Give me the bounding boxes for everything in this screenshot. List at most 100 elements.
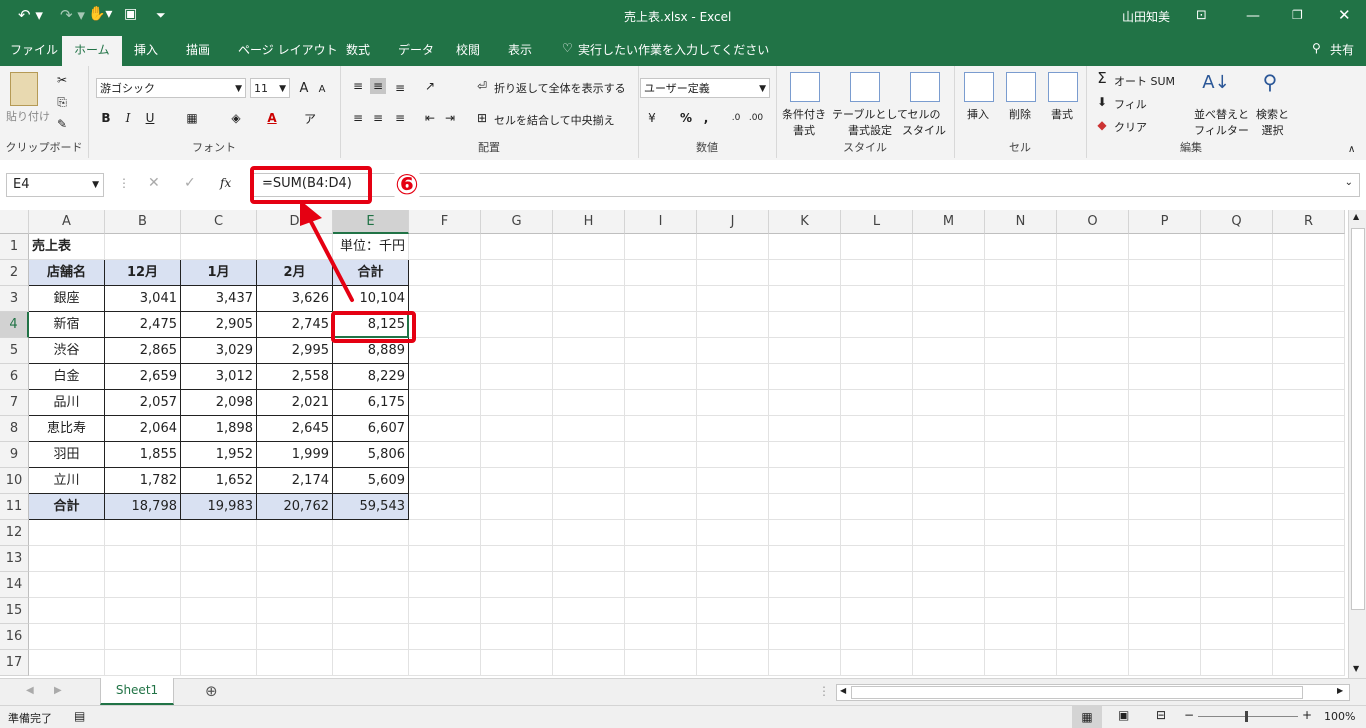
- value-cell[interactable]: 6,175: [333, 390, 409, 416]
- cell-empty[interactable]: [841, 338, 913, 364]
- cell-empty[interactable]: [913, 520, 985, 546]
- cell-empty[interactable]: [553, 520, 625, 546]
- new-sheet-icon[interactable]: ⊕: [205, 682, 218, 700]
- find-select-icon[interactable]: ⚲: [1262, 70, 1278, 94]
- customize-qat-icon[interactable]: ⏷: [156, 8, 166, 23]
- delete-cells-icon[interactable]: [1006, 72, 1036, 102]
- cell-empty[interactable]: [481, 286, 553, 312]
- value-cell[interactable]: 2,659: [105, 364, 181, 390]
- cell-empty[interactable]: [1201, 572, 1273, 598]
- increase-decimal-icon[interactable]: .0: [728, 110, 744, 126]
- value-cell[interactable]: 2,475: [105, 312, 181, 338]
- cell-empty[interactable]: [1273, 234, 1345, 260]
- merge-center-icon[interactable]: ⊞: [474, 110, 490, 126]
- column-header-i[interactable]: I: [625, 210, 697, 234]
- cell-empty[interactable]: [913, 234, 985, 260]
- cut-icon[interactable]: ✂: [54, 72, 70, 88]
- cell-empty[interactable]: [1201, 338, 1273, 364]
- cell-empty[interactable]: [1273, 468, 1345, 494]
- value-cell[interactable]: 2,064: [105, 416, 181, 442]
- paste-icon[interactable]: [10, 72, 38, 106]
- font-color-icon[interactable]: A: [264, 110, 280, 126]
- cell-empty[interactable]: [985, 312, 1057, 338]
- cell-empty[interactable]: [841, 416, 913, 442]
- cell-empty[interactable]: [1057, 572, 1129, 598]
- cell-empty[interactable]: [1273, 390, 1345, 416]
- cell-empty[interactable]: [1129, 338, 1201, 364]
- cell-empty[interactable]: [1201, 468, 1273, 494]
- cell-empty[interactable]: [1201, 546, 1273, 572]
- cell-empty[interactable]: [1201, 286, 1273, 312]
- enter-icon[interactable]: ✓: [184, 175, 196, 191]
- cell-empty[interactable]: [697, 442, 769, 468]
- cell-empty[interactable]: [1273, 312, 1345, 338]
- value-cell[interactable]: 2,057: [105, 390, 181, 416]
- value-cell[interactable]: 2,995: [257, 338, 333, 364]
- cell-empty[interactable]: [181, 598, 257, 624]
- decrease-font-icon[interactable]: A: [314, 81, 330, 97]
- cell-empty[interactable]: [257, 520, 333, 546]
- cell-empty[interactable]: [181, 546, 257, 572]
- value-cell[interactable]: 2,645: [257, 416, 333, 442]
- cell-empty[interactable]: [553, 286, 625, 312]
- font-name-select[interactable]: 游ゴシック ▼: [96, 78, 246, 98]
- cell-empty[interactable]: [257, 572, 333, 598]
- sort-filter-button[interactable]: 並べ替えと フィルター: [1194, 106, 1249, 138]
- store-name-cell[interactable]: 恵比寿: [29, 416, 105, 442]
- cell-empty[interactable]: [1129, 624, 1201, 650]
- cell-empty[interactable]: [985, 624, 1057, 650]
- cell-empty[interactable]: [1129, 494, 1201, 520]
- cell-empty[interactable]: [1057, 650, 1129, 676]
- decrease-decimal-icon[interactable]: .00: [748, 110, 764, 126]
- cell-empty[interactable]: [553, 494, 625, 520]
- cell-empty[interactable]: [553, 442, 625, 468]
- decrease-indent-icon[interactable]: ⇤: [422, 110, 438, 126]
- restore-icon[interactable]: ❐: [1292, 8, 1303, 22]
- cell-empty[interactable]: [769, 520, 841, 546]
- cell-empty[interactable]: [697, 312, 769, 338]
- cell-empty[interactable]: [1201, 442, 1273, 468]
- cell-empty[interactable]: [625, 312, 697, 338]
- cell-empty[interactable]: [1273, 338, 1345, 364]
- cell-empty[interactable]: [697, 364, 769, 390]
- cell-empty[interactable]: [841, 364, 913, 390]
- macro-record-icon[interactable]: ▤: [74, 709, 85, 723]
- tab-data[interactable]: データ: [398, 41, 434, 58]
- cell-empty[interactable]: [1273, 494, 1345, 520]
- cell-empty[interactable]: [985, 650, 1057, 676]
- value-cell[interactable]: 1,652: [181, 468, 257, 494]
- cell-empty[interactable]: [625, 598, 697, 624]
- cell-empty[interactable]: [841, 598, 913, 624]
- cell-empty[interactable]: [841, 390, 913, 416]
- cell-empty[interactable]: [769, 338, 841, 364]
- cell-empty[interactable]: [1129, 234, 1201, 260]
- fill-icon[interactable]: ⬇: [1094, 94, 1110, 110]
- cell-empty[interactable]: [29, 520, 105, 546]
- cell-empty[interactable]: [769, 624, 841, 650]
- store-name-cell[interactable]: 立川: [29, 468, 105, 494]
- cell-empty[interactable]: [985, 286, 1057, 312]
- tab-draw[interactable]: 描画: [186, 41, 210, 58]
- cell-empty[interactable]: [1129, 650, 1201, 676]
- row-header-5[interactable]: 5: [0, 338, 29, 364]
- cell-empty[interactable]: [985, 234, 1057, 260]
- column-header-b[interactable]: B: [105, 210, 181, 234]
- value-cell[interactable]: 1,898: [181, 416, 257, 442]
- cell-empty[interactable]: [985, 338, 1057, 364]
- cell-empty[interactable]: [913, 286, 985, 312]
- cell-empty[interactable]: [553, 546, 625, 572]
- cell-empty[interactable]: [481, 416, 553, 442]
- row-header-11[interactable]: 11: [0, 494, 29, 520]
- cell-empty[interactable]: [625, 416, 697, 442]
- cell-empty[interactable]: [1273, 598, 1345, 624]
- cell-empty[interactable]: [769, 650, 841, 676]
- row-header-6[interactable]: 6: [0, 364, 29, 390]
- tab-view[interactable]: 表示: [508, 41, 532, 58]
- cell-empty[interactable]: [553, 234, 625, 260]
- align-left-icon[interactable]: ≡: [350, 110, 366, 126]
- cell-empty[interactable]: [409, 520, 481, 546]
- row-header-14[interactable]: 14: [0, 572, 29, 598]
- cell-empty[interactable]: [481, 312, 553, 338]
- store-name-cell[interactable]: 羽田: [29, 442, 105, 468]
- cell-empty[interactable]: [769, 468, 841, 494]
